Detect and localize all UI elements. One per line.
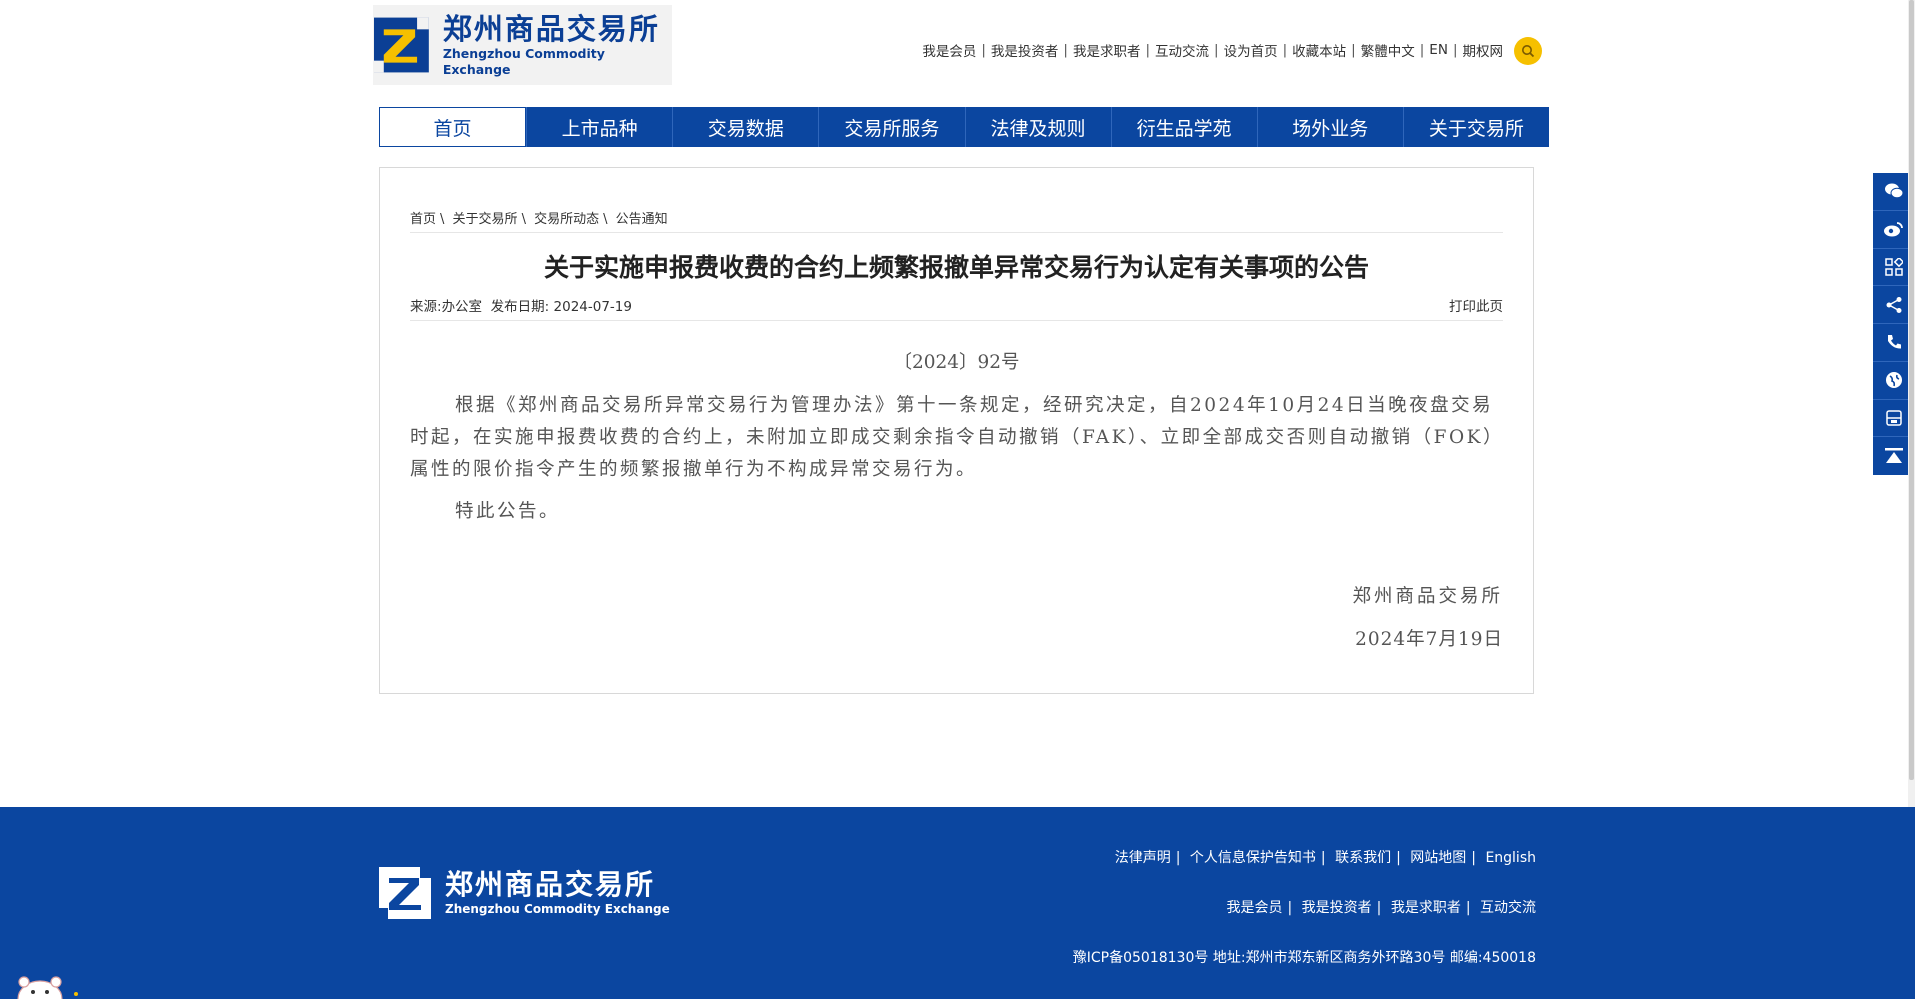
main-nav: 首页 上市品种 交易数据 交易所服务 法律及规则 衍生品学苑 场外业务 关于交易… — [379, 107, 1549, 147]
logo-mark-icon — [374, 17, 429, 73]
breadcrumb-notices[interactable]: 公告通知 — [616, 212, 668, 227]
logo-title: 郑州商品交易所 — [442, 12, 660, 46]
divider — [410, 320, 1503, 321]
divider — [410, 232, 1503, 233]
toplink-interaction[interactable]: 互动交流 — [1155, 40, 1209, 60]
logo-subtitle: Zhengzhou Commodity Exchange — [442, 46, 605, 77]
footer-link-english[interactable]: English — [1485, 850, 1536, 866]
nav-about[interactable]: 关于交易所 — [1402, 107, 1549, 147]
footer-role-links: 我是会员 | 我是投资者 | 我是求职者 | 互动交流 — [1226, 900, 1536, 916]
toplink-english[interactable]: EN — [1429, 42, 1448, 58]
nav-trading-data[interactable]: 交易数据 — [672, 107, 818, 147]
footer-info: 豫ICP备05018130号 地址:郑州市郑东新区商务外环路30号 邮编:450… — [1073, 947, 1536, 967]
breadcrumb: 首页 \ 关于交易所 \ 交易所动态 \ 公告通知 — [410, 212, 668, 227]
toplink-bookmark[interactable]: 收藏本站 — [1292, 40, 1346, 60]
postcode-label: 邮编: — [1449, 950, 1483, 966]
footer-link-interaction[interactable]: 互动交流 — [1480, 900, 1536, 916]
logo[interactable]: 郑州商品交易所 Zhengzhou Commodity Exchange — [373, 5, 672, 85]
toplink-options-site[interactable]: 期权网 — [1463, 40, 1504, 60]
footer-logo[interactable]: 郑州商品交易所 Zhengzhou Commodity Exchange — [379, 867, 670, 919]
icp-number: 豫ICP备05018130号 — [1072, 950, 1209, 966]
print-link[interactable]: 打印此页 — [1449, 295, 1503, 315]
footer-link-contact[interactable]: 联系我们 — [1335, 850, 1391, 866]
article-panel: 首页 \ 关于交易所 \ 交易所动态 \ 公告通知 关于实施申报费收费的合约上频繁报撤… — [379, 167, 1534, 694]
article-sign-date: 2024年7月19日 — [1355, 629, 1503, 650]
address-value: 郑州市郑东新区商务外环路30号 — [1245, 950, 1446, 966]
footer-logo-subtitle: Zhengzhou Commodity Exchange — [445, 902, 670, 916]
footer-link-legal[interactable]: 法律声明 — [1115, 850, 1171, 866]
wechat-icon — [1885, 183, 1904, 199]
top-links: 我是会员 | 我是投资者 | 我是求职者 | 互动交流 | 设为首页 | 收藏本站 | 繁體… — [922, 40, 1504, 60]
footer-link-member[interactable]: 我是会员 — [1226, 900, 1282, 916]
footer-logo-title: 郑州商品交易所 — [445, 868, 656, 901]
address-label: 地址: — [1212, 950, 1246, 966]
toplink-traditional-chinese[interactable]: 繁體中文 — [1361, 40, 1415, 60]
toplink-jobseeker[interactable]: 我是求职者 — [1073, 40, 1141, 60]
footer: 郑州商品交易所 Zhengzhou Commodity Exchange 法律声… — [0, 807, 1915, 999]
nav-academy[interactable]: 衍生品学苑 — [1110, 107, 1257, 147]
article-signature: 郑州商品交易所 — [1352, 586, 1503, 607]
footer-link-investor[interactable]: 我是投资者 — [1302, 900, 1372, 916]
date-value: 2024-07-19 — [553, 299, 632, 315]
article-paragraph: 根据《郑州商品交易所异常交易行为管理办法》第十一条规定，经研究决定，自2024年… — [410, 395, 1495, 480]
footer-link-sitemap[interactable]: 网站地图 — [1410, 850, 1466, 866]
nav-products[interactable]: 上市品种 — [526, 107, 672, 147]
nav-rules[interactable]: 法律及规则 — [964, 107, 1111, 147]
breadcrumb-about[interactable]: 关于交易所 — [453, 212, 518, 227]
postcode-value: 450018 — [1482, 950, 1536, 966]
globe-icon — [1886, 372, 1902, 389]
toplink-set-homepage[interactable]: 设为首页 — [1224, 40, 1278, 60]
footer-logo-mark-icon — [379, 867, 431, 919]
scrollbar-thumb[interactable] — [1909, 0, 1914, 780]
article-meta: 来源:办公室 发布日期: 2024-07-19 — [410, 295, 632, 315]
app-icon — [1886, 410, 1902, 426]
weibo-icon — [1884, 222, 1903, 237]
mascot-icon[interactable] — [10, 972, 80, 999]
search-button[interactable] — [1514, 37, 1542, 65]
footer-links: 法律声明 | 个人信息保护告知书 | 联系我们 | 网站地图 | English — [1114, 850, 1536, 866]
source-label: 来源: — [410, 299, 442, 315]
toplink-member[interactable]: 我是会员 — [922, 40, 976, 60]
toplink-investor[interactable]: 我是投资者 — [991, 40, 1059, 60]
nav-services[interactable]: 交易所服务 — [818, 107, 964, 147]
date-label: 发布日期: — [490, 299, 550, 315]
document-number: 〔2024〕92号 — [893, 352, 1020, 373]
article-title: 关于实施申报费收费的合约上频繁报撤单异常交易行为认定有关事项的公告 — [543, 253, 1369, 282]
qrcode-icon — [1885, 257, 1903, 276]
back-to-top-icon — [1885, 448, 1903, 464]
search-icon — [1522, 45, 1535, 58]
nav-home[interactable]: 首页 — [379, 107, 527, 147]
footer-link-privacy[interactable]: 个人信息保护告知书 — [1190, 850, 1316, 866]
article-closing: 特此公告。 — [455, 501, 561, 522]
share-icon — [1886, 296, 1902, 313]
footer-link-jobseeker[interactable]: 我是求职者 — [1391, 900, 1461, 916]
breadcrumb-home[interactable]: 首页 — [410, 212, 436, 227]
source-value: 办公室 — [441, 299, 483, 315]
breadcrumb-news[interactable]: 交易所动态 — [534, 212, 599, 227]
nav-otc[interactable]: 场外业务 — [1256, 107, 1403, 147]
phone-icon — [1888, 335, 1901, 349]
